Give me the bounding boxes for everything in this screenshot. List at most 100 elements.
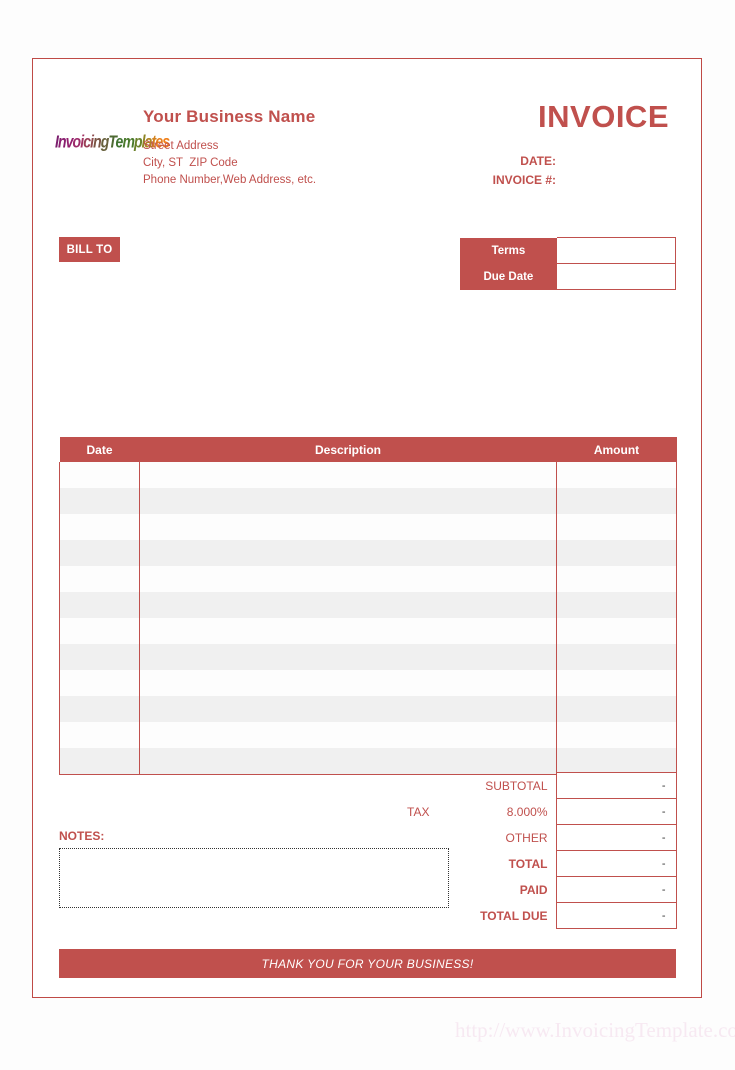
line-item-row	[59, 540, 677, 566]
line-item-amount-field[interactable]	[556, 644, 677, 670]
line-item-amount-field[interactable]	[556, 748, 677, 775]
due-date-value-field[interactable]	[556, 263, 676, 290]
line-item-desc-field[interactable]	[139, 514, 557, 540]
line-item-desc-field[interactable]	[139, 566, 557, 592]
due-date-label: Due Date	[460, 263, 557, 290]
address-line-2: City, ST ZIP Code	[143, 157, 238, 169]
totals-value-field[interactable]: -	[555, 772, 677, 799]
totals-label: 8.000%	[506, 804, 548, 819]
line-item-row	[59, 592, 677, 618]
totals-value-field[interactable]: -	[555, 876, 677, 903]
line-item-amount-field[interactable]	[556, 462, 677, 488]
line-item-date-field[interactable]	[59, 462, 140, 488]
thank-you-banner: THANK YOU FOR YOUR BUSINESS!	[59, 949, 676, 978]
line-item-row	[59, 748, 677, 775]
line-item-amount-field[interactable]	[556, 592, 677, 618]
terms-value-field[interactable]	[556, 237, 676, 264]
business-address: Street Address City, ST ZIP Code Phone N…	[143, 138, 316, 189]
invoice-number-label: INVOICE #:	[492, 173, 556, 187]
line-item-desc-field[interactable]	[139, 488, 557, 514]
line-item-amount-field[interactable]	[556, 722, 677, 748]
line-item-row	[59, 514, 677, 540]
totals-label: TOTAL DUE	[480, 908, 548, 923]
totals-row: SUBTOTAL -	[403, 772, 677, 799]
bill-to-badge: BILL TO	[59, 237, 120, 262]
logo-letter: p	[134, 131, 143, 151]
line-item-desc-field[interactable]	[139, 670, 557, 696]
line-item-row	[59, 722, 677, 748]
line-item-date-field[interactable]	[59, 514, 140, 540]
totals-tag	[403, 773, 451, 799]
totals-label: PAID	[519, 882, 548, 897]
totals-label: TOTAL	[508, 856, 548, 871]
due-date-row: Due Date	[460, 263, 676, 290]
invoice-meta-labels: DATE: INVOICE #:	[333, 152, 556, 190]
line-item-date-field[interactable]	[59, 748, 140, 775]
line-item-row	[59, 566, 677, 592]
logo-letter: n	[93, 131, 102, 151]
line-item-date-field[interactable]	[59, 618, 140, 644]
totals-value-field[interactable]: -	[555, 850, 677, 877]
address-line-1: Street Address	[143, 140, 219, 152]
line-item-amount-field[interactable]	[556, 514, 677, 540]
totals-row: TAX 8.000% -	[403, 798, 677, 825]
notes-input[interactable]	[59, 848, 449, 908]
logo-letter: m	[122, 131, 134, 151]
address-line-3: Phone Number,Web Address, etc.	[143, 174, 317, 186]
terms-label: Terms	[460, 237, 557, 264]
line-item-row	[59, 696, 677, 722]
column-header-date: Date	[59, 437, 140, 462]
line-item-desc-field[interactable]	[139, 722, 557, 748]
line-items-table: Date Description Amount	[59, 437, 677, 775]
invoice-page-sheet: InvoicingTemplates Your Business Name St…	[32, 58, 702, 998]
totals-label: SUBTOTAL	[485, 778, 548, 793]
column-header-amount: Amount	[556, 437, 677, 462]
line-items-header-row: Date Description Amount	[59, 437, 677, 462]
logo-letter: T	[108, 131, 116, 151]
line-item-date-field[interactable]	[59, 670, 140, 696]
line-item-amount-field[interactable]	[556, 566, 677, 592]
business-name: Your Business Name	[143, 107, 316, 126]
line-item-row	[59, 618, 677, 644]
line-item-amount-field[interactable]	[556, 670, 677, 696]
line-item-desc-field[interactable]	[139, 748, 557, 775]
line-item-row	[59, 644, 677, 670]
totals-value-field[interactable]: -	[555, 902, 677, 929]
column-header-description: Description	[139, 437, 557, 462]
site-watermark: http://www.InvoicingTemplate.com	[455, 1018, 735, 1042]
line-item-amount-field[interactable]	[556, 696, 677, 722]
totals-tag	[403, 825, 451, 851]
line-item-date-field[interactable]	[59, 696, 140, 722]
terms-table: Terms Due Date	[460, 237, 676, 290]
line-item-date-field[interactable]	[59, 644, 140, 670]
line-item-amount-field[interactable]	[556, 488, 677, 514]
invoice-title: INVOICE	[538, 99, 669, 134]
line-item-amount-field[interactable]	[556, 618, 677, 644]
logo-letter: n	[58, 131, 67, 151]
line-item-date-field[interactable]	[59, 722, 140, 748]
logo-letter: v	[65, 131, 74, 151]
line-item-row	[59, 670, 677, 696]
line-item-date-field[interactable]	[59, 592, 140, 618]
line-item-date-field[interactable]	[59, 488, 140, 514]
line-item-desc-field[interactable]	[139, 592, 557, 618]
line-item-amount-field[interactable]	[556, 540, 677, 566]
line-item-date-field[interactable]	[59, 566, 140, 592]
totals-value-field[interactable]: -	[555, 798, 677, 825]
invoicing-templates-logo: InvoicingTemplates	[55, 131, 170, 159]
totals-tag: TAX	[407, 804, 430, 819]
line-item-desc-field[interactable]	[139, 618, 557, 644]
totals-row: OTHER -	[403, 824, 677, 851]
line-item-desc-field[interactable]	[139, 696, 557, 722]
date-label: DATE:	[520, 154, 556, 168]
line-item-date-field[interactable]	[59, 540, 140, 566]
line-item-row	[59, 462, 677, 488]
terms-row: Terms	[460, 237, 676, 264]
totals-value-field[interactable]: -	[555, 824, 677, 851]
line-item-row	[59, 488, 677, 514]
totals-label: OTHER	[505, 830, 548, 845]
line-item-desc-field[interactable]	[139, 540, 557, 566]
line-item-desc-field[interactable]	[139, 644, 557, 670]
line-item-desc-field[interactable]	[139, 462, 557, 488]
notes-label: NOTES:	[59, 829, 105, 843]
